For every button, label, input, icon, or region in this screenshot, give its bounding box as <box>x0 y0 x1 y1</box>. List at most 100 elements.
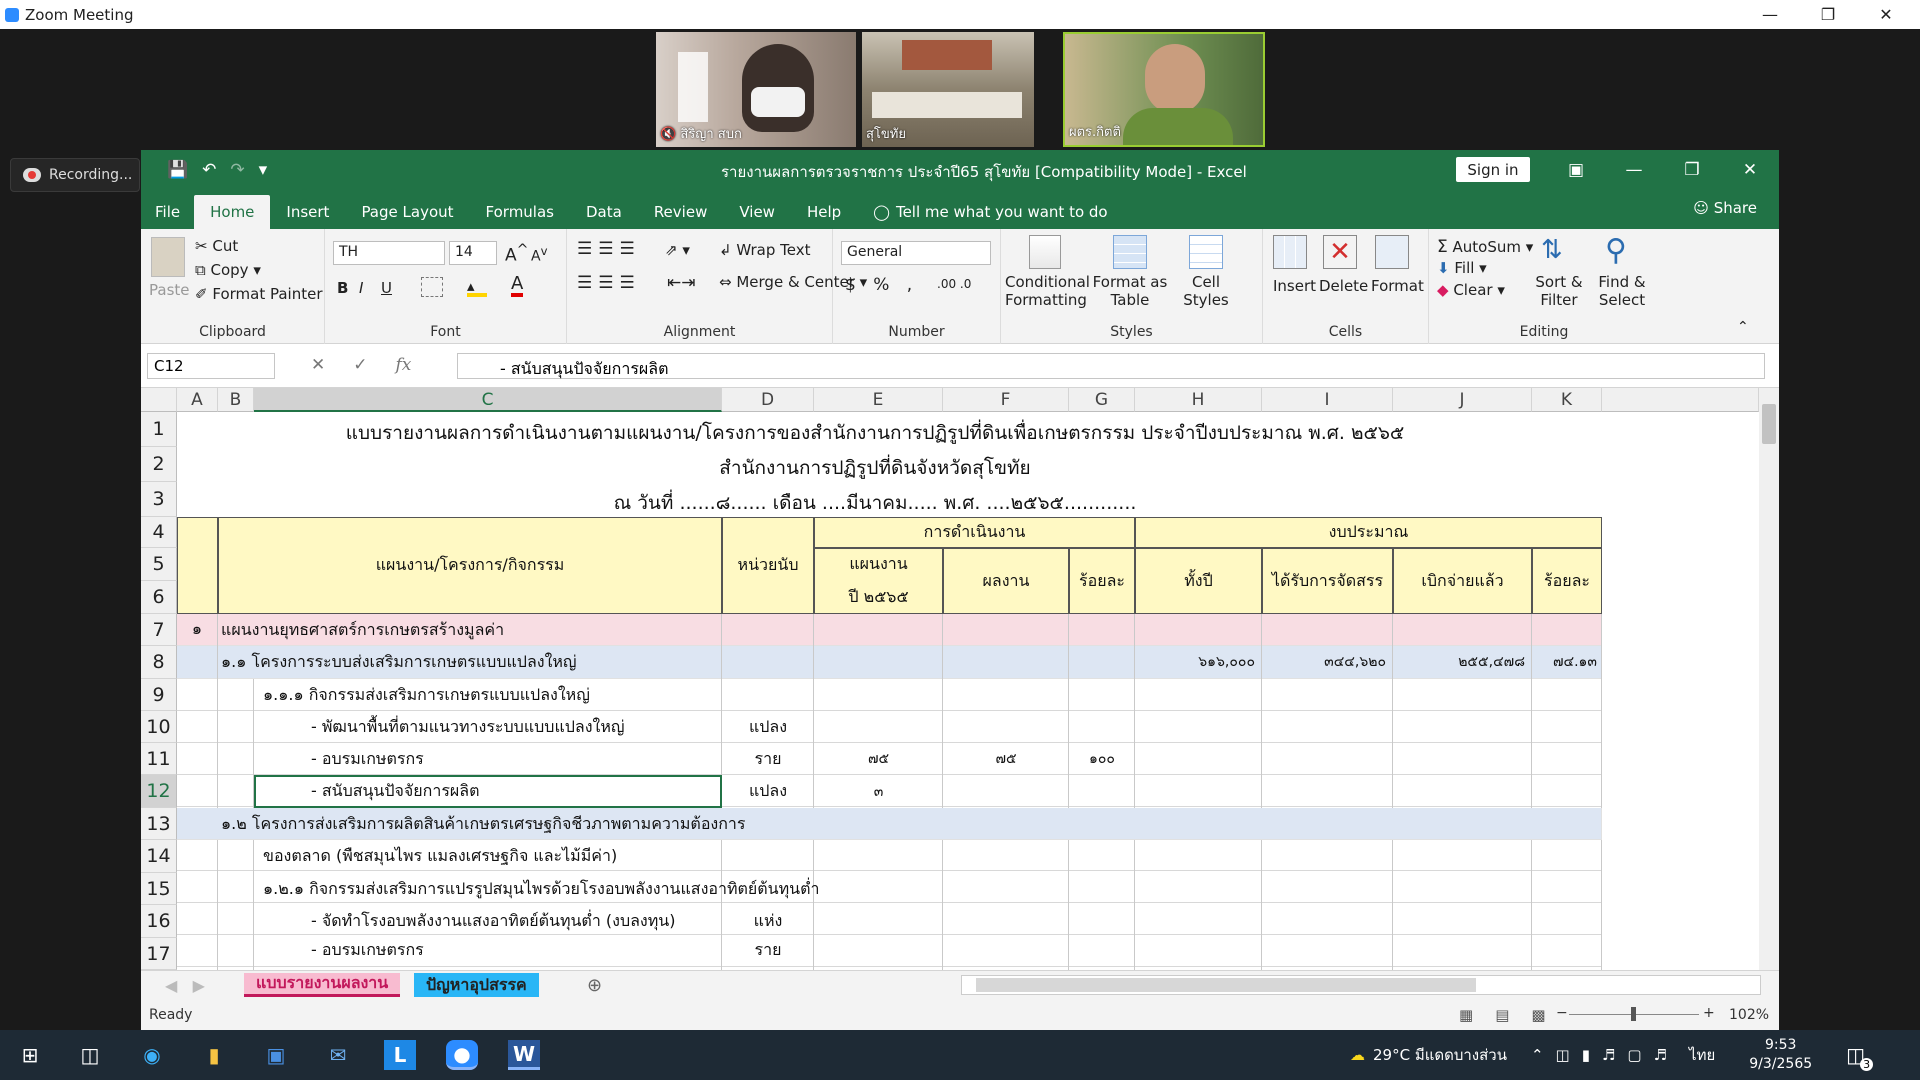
row-header[interactable]: 8 <box>141 646 177 679</box>
cell-d12[interactable]: แปลง <box>722 775 814 808</box>
cell-c15[interactable]: ๑.๒.๑ กิจกรรมส่งเสริมการแปรรูปสมุนไพรด้ว… <box>263 873 963 905</box>
page-break-view-icon[interactable]: ▩ <box>1531 1006 1545 1024</box>
column-header[interactable]: B <box>218 388 254 412</box>
tab-formulas[interactable]: Formulas <box>470 195 570 229</box>
cell-c11[interactable]: - อบรมเกษตรกร <box>311 743 721 775</box>
cell-d11[interactable]: ราย <box>722 743 814 775</box>
row-header[interactable]: 13 <box>141 808 177 840</box>
column-header[interactable]: F <box>943 388 1069 412</box>
tab-scroll-arrows[interactable]: ◀ ▶ <box>153 973 217 997</box>
minimize-icon[interactable]: — <box>1605 150 1663 189</box>
weather-text[interactable]: 29°C มีแดดบางส่วน <box>1373 1043 1507 1067</box>
tell-me-search[interactable]: ◯ Tell me what you want to do <box>857 195 1123 229</box>
close-icon[interactable]: ✕ <box>1857 0 1915 29</box>
cell-d16[interactable]: แห่ง <box>722 905 814 938</box>
cell-d17[interactable]: ราย <box>722 938 814 970</box>
column-header[interactable]: E <box>814 388 943 412</box>
video-tile-1[interactable]: 🔇 สิริญา สบก <box>656 32 856 147</box>
cell-i8[interactable]: ๓๔๔,๖๒๐ <box>1262 646 1393 679</box>
tab-review[interactable]: Review <box>638 195 724 229</box>
underline-button[interactable]: U <box>381 279 392 297</box>
row-header[interactable]: 2 <box>141 447 177 482</box>
cell-styles-button[interactable]: Cell Styles <box>1179 273 1233 309</box>
row-header[interactable]: 17 <box>141 938 177 970</box>
decimal-icons[interactable]: .00 .0 <box>937 277 971 291</box>
autosum-button[interactable]: Σ AutoSum ▾ <box>1437 237 1533 257</box>
cell-c12-selected[interactable]: - สนับสนุนปัจจัยการผลิต <box>254 775 722 808</box>
cell-c10[interactable]: - พัฒนาพื้นที่ตามแนวทางระบบแบบแปลงใหญ่ <box>311 711 721 743</box>
spreadsheet-grid[interactable]: A B C D E F G H I J K 1 2 3 4 5 6 7 8 9 … <box>141 388 1779 970</box>
cell-c14[interactable]: ของตลาด (พืชสมุนไพร แมลงเศรษฐกิจ และไม้ม… <box>263 840 723 873</box>
row-header[interactable]: 7 <box>141 614 177 646</box>
cut-button[interactable]: ✂ Cut <box>195 237 238 255</box>
row-header[interactable]: 6 <box>141 581 177 614</box>
tray-icons[interactable]: ⌃◫▮♬▢♬ <box>1531 1046 1679 1064</box>
sort-filter-button[interactable]: Sort & Filter <box>1529 273 1589 309</box>
column-header[interactable]: D <box>722 388 814 412</box>
tab-data[interactable]: Data <box>570 195 638 229</box>
zoom-level[interactable]: 102% <box>1729 1007 1769 1023</box>
borders-icon[interactable] <box>421 277 443 297</box>
horizontal-align-icons[interactable]: ☰☰☰ <box>577 273 641 293</box>
delete-cells-button[interactable]: Delete <box>1319 277 1368 295</box>
clear-button[interactable]: ◆ Clear ▾ <box>1437 281 1505 299</box>
cancel-icon[interactable]: ✕ <box>311 355 325 375</box>
cell-b13[interactable]: ๑.๒ โครงการส่งเสริมการผลิตสินค้าเกษตรเศร… <box>221 808 1021 840</box>
select-all-corner[interactable] <box>141 388 177 412</box>
file-explorer-icon[interactable]: ▮ <box>198 1040 230 1070</box>
recording-indicator[interactable]: Recording... <box>10 158 140 192</box>
cell-f11[interactable]: ๗๕ <box>943 743 1069 775</box>
ribbon-display-icon[interactable]: ▣ <box>1547 150 1605 189</box>
cell-c16[interactable]: - จัดทำโรงอบพลังงานแสงอาทิตย์ต้นทุนต่ำ (… <box>311 905 721 938</box>
row-header-selected[interactable]: 12 <box>141 775 177 808</box>
font-name-select[interactable]: TH SarabunIT๙ <box>333 241 445 265</box>
sign-in-button[interactable]: Sign in <box>1456 157 1530 182</box>
restore-icon[interactable]: ❐ <box>1799 0 1857 29</box>
row-header[interactable]: 5 <box>141 548 177 581</box>
indent-icons[interactable]: ⇤⇥ <box>667 273 696 293</box>
hscroll-thumb[interactable] <box>976 978 1476 992</box>
cell-h8[interactable]: ๖๑๖,๐๐๐ <box>1135 646 1262 679</box>
redo-icon[interactable]: ↷ <box>230 160 244 180</box>
tab-insert[interactable]: Insert <box>270 195 345 229</box>
formula-input[interactable]: - สนับสนุนปัจจัยการผลิต <box>457 353 1765 379</box>
normal-view-icon[interactable]: ▦ <box>1459 1006 1473 1024</box>
bold-button[interactable]: B <box>337 279 348 297</box>
paste-icon[interactable] <box>151 237 185 277</box>
close-icon[interactable]: ✕ <box>1721 150 1779 189</box>
number-format-select[interactable]: General <box>841 241 991 265</box>
column-header[interactable]: A <box>177 388 218 412</box>
add-sheet-icon[interactable]: ⊕ <box>575 973 614 997</box>
row-header[interactable]: 16 <box>141 905 177 938</box>
row-header[interactable]: 15 <box>141 873 177 905</box>
tab-file[interactable]: File <box>141 195 194 229</box>
share-button[interactable]: ☺ Share <box>1693 199 1757 217</box>
cell-a7[interactable]: ๑ <box>177 614 218 646</box>
tab-page-layout[interactable]: Page Layout <box>345 195 469 229</box>
row-header[interactable]: 10 <box>141 711 177 743</box>
column-header-selected[interactable]: C <box>254 388 722 412</box>
italic-button[interactable]: I <box>359 279 363 297</box>
zoom-in-icon[interactable]: + <box>1703 1005 1715 1021</box>
save-icon[interactable]: 💾 <box>167 160 188 180</box>
column-header[interactable]: J <box>1393 388 1532 412</box>
format-painter-button[interactable]: ✐ Format Painter <box>195 285 323 303</box>
language-indicator[interactable]: ไทย <box>1689 1043 1715 1067</box>
format-cells-button[interactable]: Format <box>1371 277 1424 295</box>
cell-j8[interactable]: ๒๕๕,๔๗๘ <box>1393 646 1532 679</box>
enter-icon[interactable]: ✓ <box>353 355 367 375</box>
cell-d10[interactable]: แปลง <box>722 711 814 743</box>
orientation-icon[interactable]: ⇗ ▾ <box>665 241 690 259</box>
fill-color-icon[interactable]: ▴ <box>467 277 487 297</box>
store-icon[interactable]: ▣ <box>260 1040 292 1070</box>
windows-start-icon[interactable]: ⊞ <box>14 1040 46 1070</box>
copy-button[interactable]: ⧉ Copy ▾ <box>195 261 261 279</box>
row-header[interactable]: 11 <box>141 743 177 775</box>
zoom-slider-thumb[interactable] <box>1631 1007 1636 1021</box>
edge-icon[interactable]: ◉ <box>136 1040 168 1070</box>
zoom-out-icon[interactable]: − <box>1556 1005 1568 1021</box>
column-header[interactable]: K <box>1532 388 1602 412</box>
row-header[interactable]: 4 <box>141 517 177 548</box>
tab-help[interactable]: Help <box>791 195 857 229</box>
find-select-button[interactable]: Find & Select <box>1589 273 1655 309</box>
